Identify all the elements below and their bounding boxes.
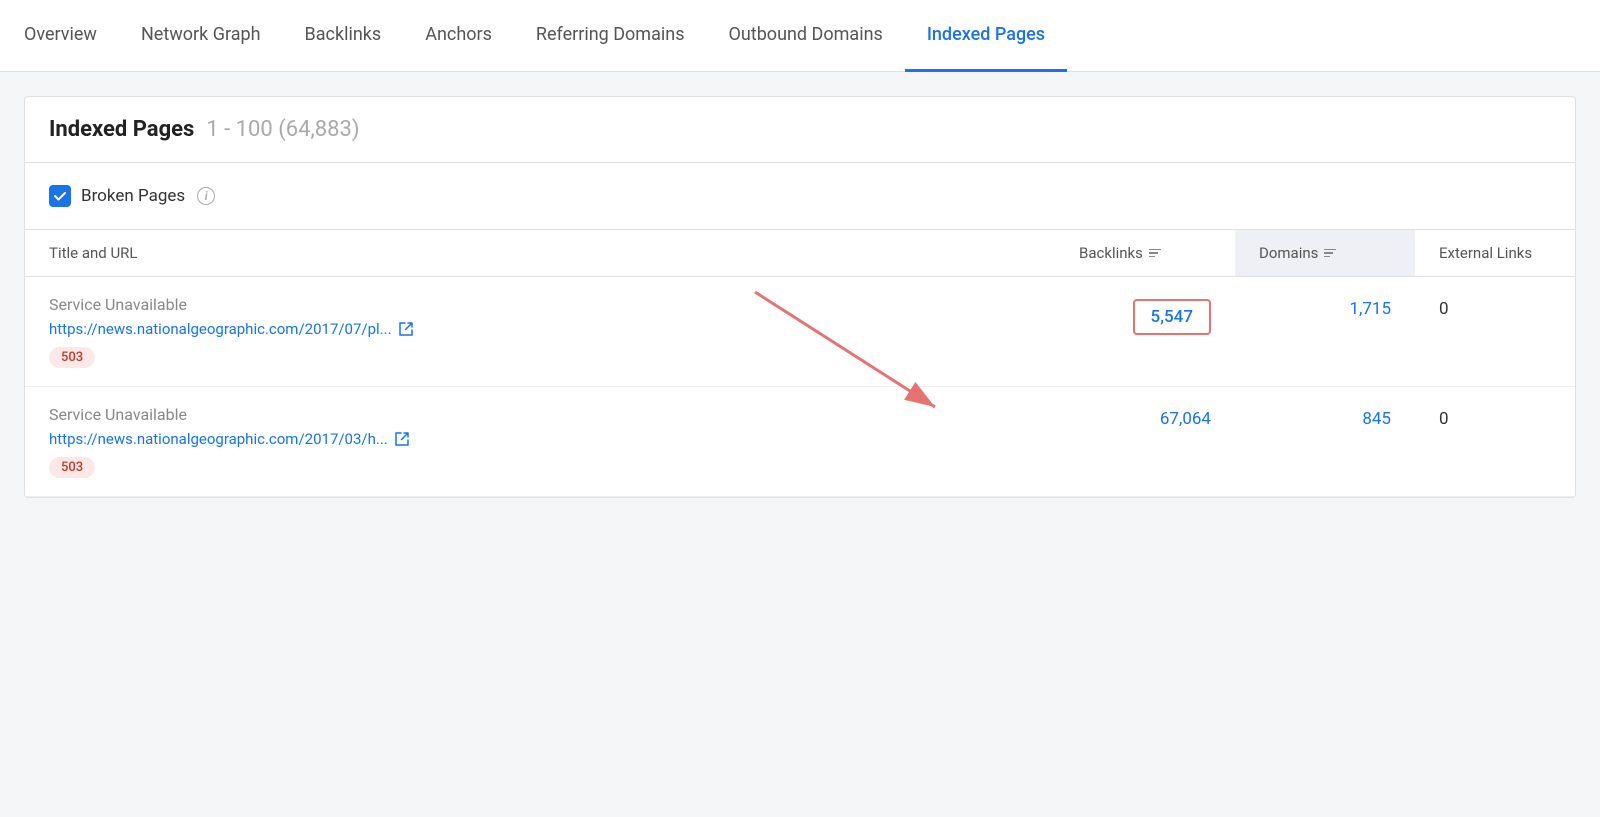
backlinks-sort-icon[interactable] bbox=[1149, 249, 1161, 258]
checkmark-icon bbox=[53, 189, 67, 203]
domains-sort-icon[interactable] bbox=[1324, 249, 1336, 258]
info-icon[interactable]: i bbox=[197, 187, 215, 205]
td-domains: 845 bbox=[1235, 387, 1415, 496]
nav-item-indexed-pages[interactable]: Indexed Pages bbox=[905, 0, 1067, 72]
table-row: Service Unavailable https://news.national… bbox=[25, 387, 1575, 497]
td-backlinks: 5,547 bbox=[1055, 277, 1235, 386]
td-domains: 1,715 bbox=[1235, 277, 1415, 386]
th-domains[interactable]: Domains bbox=[1235, 230, 1415, 276]
td-external-links: 0 bbox=[1415, 277, 1575, 386]
navigation: OverviewNetwork GraphBacklinksAnchorsRef… bbox=[0, 0, 1600, 72]
card-header: Indexed Pages 1 - 100 (64,883) bbox=[25, 97, 1575, 163]
nav-item-referring-domains[interactable]: Referring Domains bbox=[514, 0, 707, 72]
table-header: Title and URLBacklinksDomainsExternal Li… bbox=[25, 230, 1575, 277]
table-row: Service Unavailable https://news.national… bbox=[25, 277, 1575, 387]
nav-item-overview[interactable]: Overview bbox=[24, 0, 119, 72]
td-external-links: 0 bbox=[1415, 387, 1575, 496]
th-backlinks[interactable]: Backlinks bbox=[1055, 230, 1235, 276]
nav-item-anchors[interactable]: Anchors bbox=[403, 0, 514, 72]
highlighted-value: 5,547 bbox=[1133, 299, 1211, 335]
card-subtitle: 1 - 100 (64,883) bbox=[206, 117, 359, 142]
page-url-link[interactable]: https://news.nationalgeographic.com/2017… bbox=[49, 320, 1031, 338]
broken-pages-label: Broken Pages bbox=[81, 186, 185, 206]
td-title-url: Service Unavailable https://news.national… bbox=[25, 387, 1055, 496]
broken-pages-filter[interactable]: Broken Pages bbox=[49, 185, 185, 207]
status-badge: 503 bbox=[49, 347, 95, 368]
broken-pages-checkbox[interactable] bbox=[49, 185, 71, 207]
page-title: Service Unavailable bbox=[49, 295, 1031, 314]
external-link-icon bbox=[394, 431, 410, 447]
page-title: Service Unavailable bbox=[49, 405, 1031, 424]
th-title-url: Title and URL bbox=[25, 230, 1055, 276]
status-badge: 503 bbox=[49, 457, 95, 478]
indexed-pages-card: Indexed Pages 1 - 100 (64,883) Broken Pa… bbox=[24, 96, 1576, 498]
nav-item-network-graph[interactable]: Network Graph bbox=[119, 0, 283, 72]
main-content: Indexed Pages 1 - 100 (64,883) Broken Pa… bbox=[0, 72, 1600, 498]
filter-bar: Broken Pages i bbox=[25, 163, 1575, 230]
nav-item-outbound-domains[interactable]: Outbound Domains bbox=[707, 0, 905, 72]
nav-item-backlinks[interactable]: Backlinks bbox=[283, 0, 404, 72]
th-external-links: External Links bbox=[1415, 230, 1575, 276]
table-body: Service Unavailable https://news.national… bbox=[25, 277, 1575, 497]
external-link-icon bbox=[398, 321, 414, 337]
card-title: Indexed Pages bbox=[49, 117, 194, 142]
td-backlinks: 67,064 bbox=[1055, 387, 1235, 496]
page-url-link[interactable]: https://news.nationalgeographic.com/2017… bbox=[49, 430, 1031, 448]
td-title-url: Service Unavailable https://news.national… bbox=[25, 277, 1055, 386]
